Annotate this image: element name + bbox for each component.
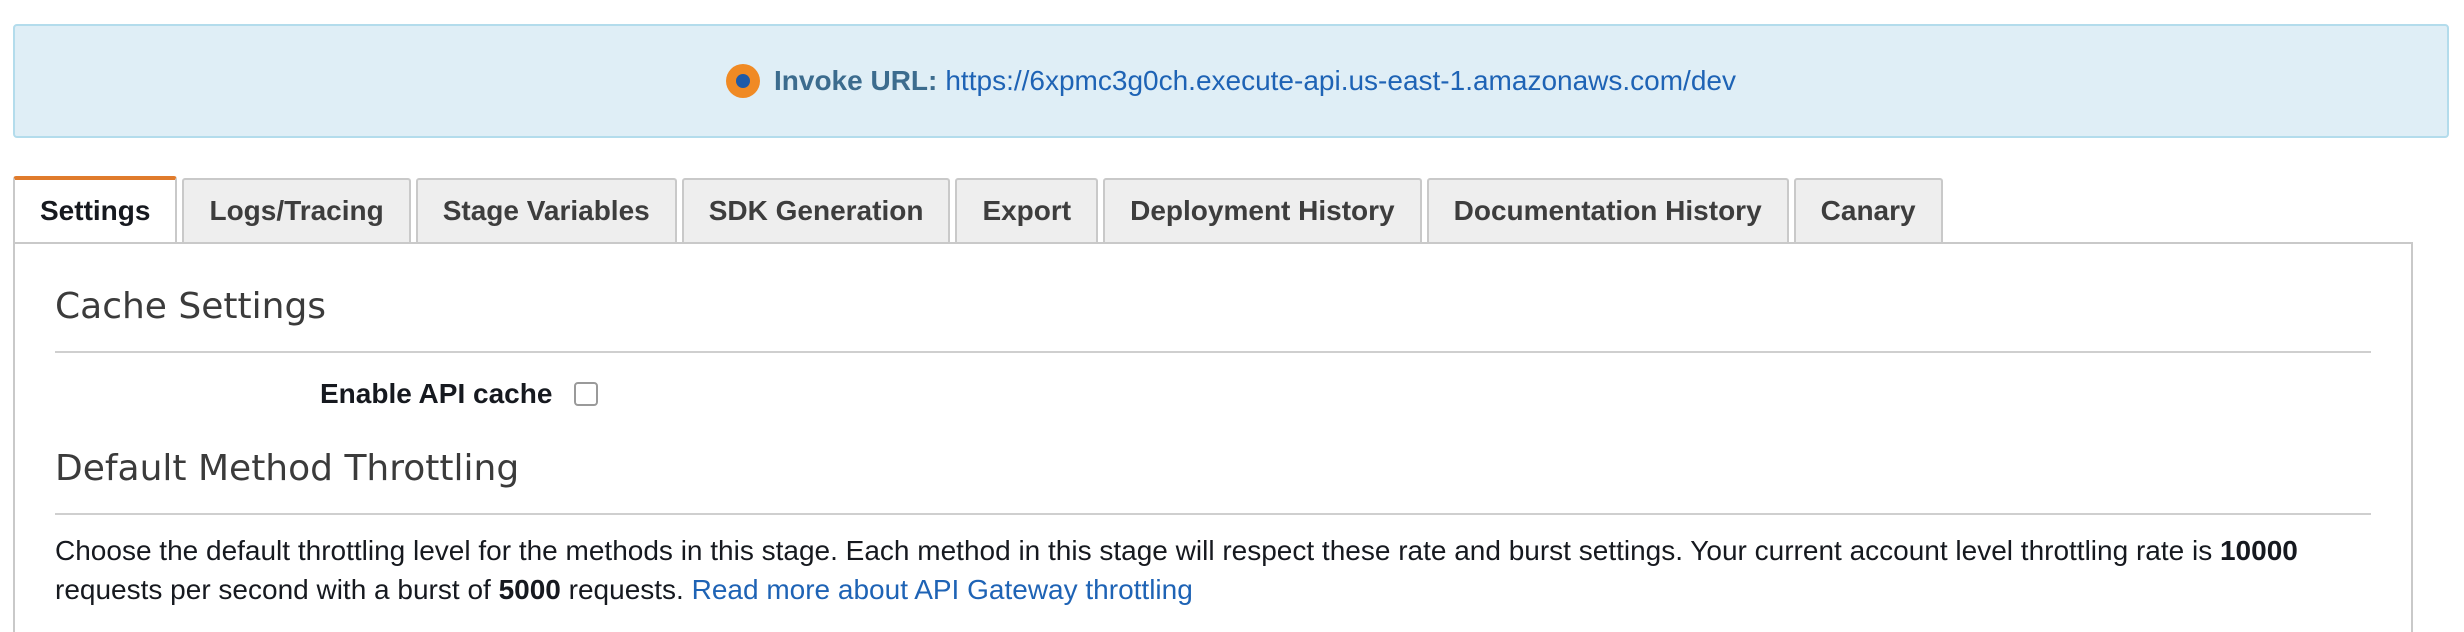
- throttling-description: Choose the default throttling level for …: [55, 531, 2395, 609]
- throttling-burst: 5000: [498, 574, 561, 605]
- tab-stage-variables[interactable]: Stage Variables: [415, 178, 677, 242]
- throttling-text-1: Choose the default throttling level for …: [55, 535, 2220, 566]
- throttling-rate: 10000: [2219, 535, 2298, 566]
- invoke-url-link[interactable]: https://6xpmc3g0ch.execute-api.us-east-1…: [945, 65, 1736, 97]
- invoke-url-banner: Invoke URL: https://6xpmc3g0ch.execute-a…: [13, 24, 2449, 138]
- throttling-text-2: requests per second with a burst of: [55, 574, 499, 605]
- tab-deployment-history[interactable]: Deployment History: [1103, 178, 1422, 242]
- tab-settings[interactable]: Settings: [13, 176, 178, 242]
- throttling-text-3: requests.: [560, 574, 692, 605]
- cache-settings-title: Cache Settings: [55, 286, 327, 327]
- tab-export[interactable]: Export: [955, 178, 1099, 242]
- settings-panel: Cache Settings Enable API cache Default …: [13, 242, 2413, 632]
- invoke-url-label: Invoke URL:: [774, 65, 938, 96]
- tab-sdk-generation[interactable]: SDK Generation: [681, 178, 951, 242]
- tab-documentation-history[interactable]: Documentation History: [1426, 178, 1789, 242]
- tab-logs-tracing[interactable]: Logs/Tracing: [182, 178, 411, 242]
- enable-api-cache-label: Enable API cache: [320, 378, 553, 409]
- banner-content: Invoke URL: https://6xpmc3g0ch.execute-a…: [726, 64, 1736, 98]
- info-icon: [726, 64, 760, 98]
- tab-canary[interactable]: Canary: [1793, 178, 1943, 242]
- stage-tabs: Settings Logs/Tracing Stage Variables SD…: [13, 176, 1948, 242]
- stage-editor: Invoke URL: https://6xpmc3g0ch.execute-a…: [0, 0, 2464, 632]
- enable-api-cache-checkbox[interactable]: [574, 382, 598, 406]
- throttling-title: Default Method Throttling: [55, 448, 520, 489]
- divider: [55, 513, 2371, 515]
- divider: [55, 351, 2371, 353]
- throttling-docs-link[interactable]: Read more about API Gateway throttling: [692, 574, 1193, 605]
